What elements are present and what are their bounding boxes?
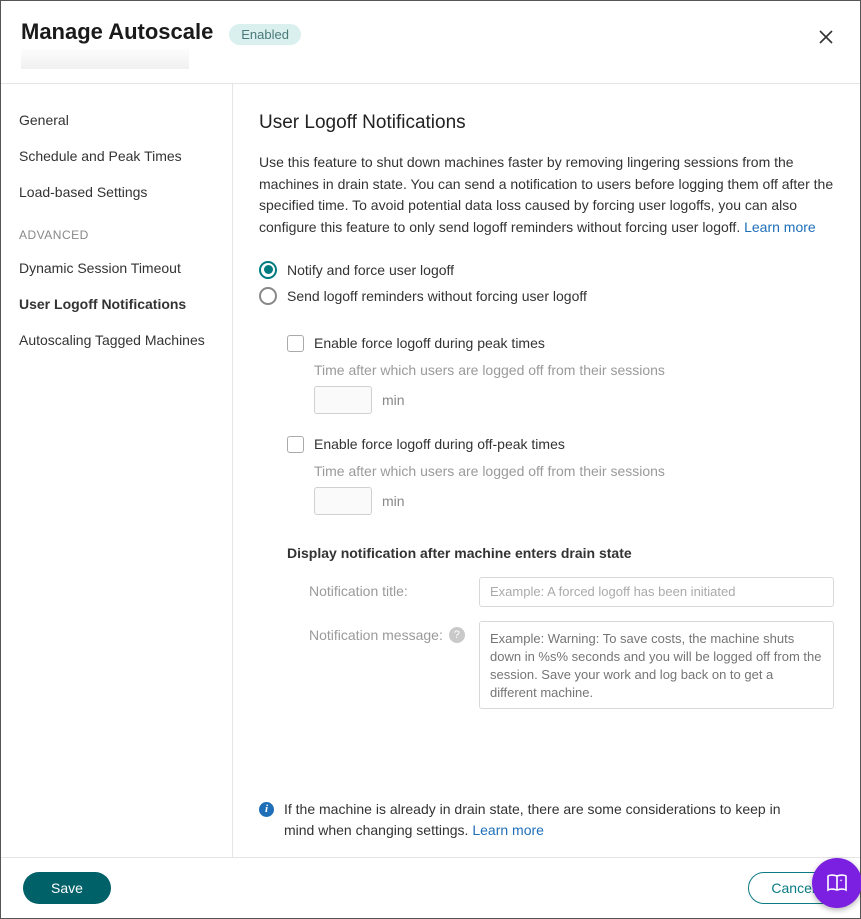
radio-icon (259, 287, 277, 305)
offpeak-input-row: min (314, 487, 834, 515)
book-sparkle-icon (825, 871, 849, 895)
modal-header: Manage Autoscale Enabled (1, 1, 860, 84)
modal-footer: Save Cancel (1, 857, 860, 918)
close-icon (818, 29, 834, 45)
subtitle-placeholder (21, 49, 189, 69)
info-learn-more-link[interactable]: Learn more (472, 822, 544, 838)
checkbox-label: Enable force logoff during peak times (314, 335, 545, 351)
radio-notify-force[interactable]: Notify and force user logoff (259, 261, 834, 279)
checkbox-offpeak[interactable]: Enable force logoff during off-peak time… (287, 436, 834, 453)
radio-send-reminders[interactable]: Send logoff reminders without forcing us… (259, 287, 834, 305)
notification-message-input[interactable] (479, 621, 834, 709)
sidebar-item-load-settings[interactable]: Load-based Settings (1, 174, 232, 210)
offpeak-sub-desc: Time after which users are logged off fr… (314, 463, 834, 479)
help-fab[interactable] (812, 858, 861, 908)
radio-label: Send logoff reminders without forcing us… (287, 288, 587, 304)
learn-more-link[interactable]: Learn more (744, 219, 816, 235)
peak-unit: min (382, 392, 405, 408)
content-panel: User Logoff Notifications Use this featu… (233, 84, 860, 857)
peak-minutes-input[interactable] (314, 386, 372, 414)
notification-message-label: Notification message: (309, 627, 443, 643)
peak-block: Enable force logoff during peak times Ti… (287, 335, 834, 414)
content-description: Use this feature to shut down machines f… (259, 152, 834, 239)
notification-heading: Display notification after machine enter… (287, 545, 834, 561)
offpeak-unit: min (382, 493, 405, 509)
offpeak-block: Enable force logoff during off-peak time… (287, 436, 834, 515)
radio-icon (259, 261, 277, 279)
save-button[interactable]: Save (23, 872, 111, 904)
notification-title-row: Notification title: (309, 577, 834, 607)
radio-label: Notify and force user logoff (287, 262, 454, 278)
status-badge: Enabled (229, 24, 301, 45)
sidebar-item-general[interactable]: General (1, 102, 232, 138)
sidebar-heading-advanced: ADVANCED (1, 210, 232, 250)
sidebar-item-dynamic-timeout[interactable]: Dynamic Session Timeout (1, 250, 232, 286)
notification-title-input[interactable] (479, 577, 834, 607)
peak-input-row: min (314, 386, 834, 414)
help-icon[interactable]: ? (449, 627, 465, 643)
peak-sub-desc: Time after which users are logged off fr… (314, 362, 834, 378)
sidebar: General Schedule and Peak Times Load-bas… (1, 84, 233, 857)
page-title: Manage Autoscale (21, 19, 213, 44)
manage-autoscale-modal: Manage Autoscale Enabled General Schedul… (0, 0, 861, 919)
close-button[interactable] (812, 23, 840, 51)
checkbox-icon (287, 436, 304, 453)
info-note: i If the machine is already in drain sta… (259, 795, 834, 857)
content-title: User Logoff Notifications (259, 112, 834, 134)
sidebar-item-schedule[interactable]: Schedule and Peak Times (1, 138, 232, 174)
notification-title-label: Notification title: (309, 577, 479, 599)
offpeak-minutes-input[interactable] (314, 487, 372, 515)
sidebar-item-user-logoff[interactable]: User Logoff Notifications (1, 286, 232, 322)
notification-message-row: Notification message: ? (309, 621, 834, 709)
checkbox-peak[interactable]: Enable force logoff during peak times (287, 335, 834, 352)
sidebar-item-tagged-machines[interactable]: Autoscaling Tagged Machines (1, 322, 232, 358)
modal-body: General Schedule and Peak Times Load-bas… (1, 84, 860, 857)
checkbox-label: Enable force logoff during off-peak time… (314, 436, 565, 452)
checkbox-icon (287, 335, 304, 352)
info-icon: i (259, 802, 274, 817)
